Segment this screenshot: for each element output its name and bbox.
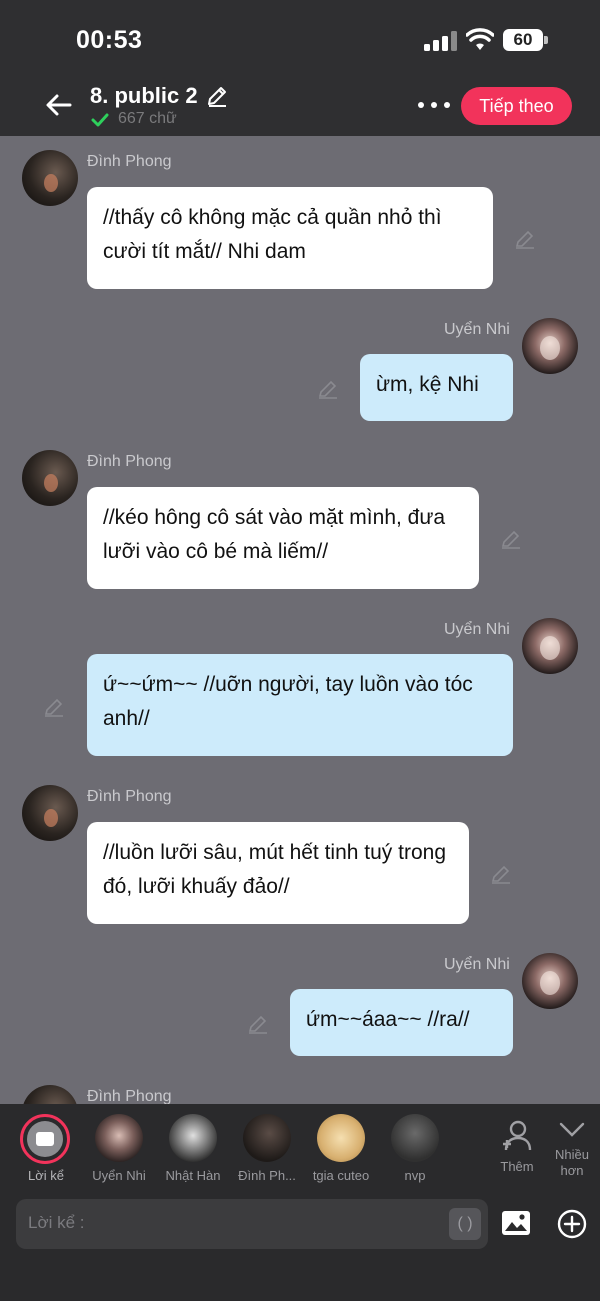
sender-name: Đình Phong xyxy=(87,153,172,170)
narrator-icon xyxy=(20,1114,70,1164)
character-label: nvp xyxy=(404,1168,426,1183)
message-bubble[interactable]: //luồn lưỡi sâu, mút hết tinh tuý trong … xyxy=(87,822,469,924)
character-dinh-phong[interactable]: Đình Ph... xyxy=(232,1114,302,1183)
battery-icon: 60 xyxy=(503,29,548,51)
sender-name: Uyển Nhi xyxy=(444,621,510,638)
character-nvp[interactable]: nvp xyxy=(380,1114,450,1183)
next-button[interactable]: Tiếp theo xyxy=(461,87,572,125)
message-bubble[interactable]: //thấy cô không mặc cả quần nhỏ thì cười… xyxy=(87,187,493,289)
bracket-button[interactable]: ( ) xyxy=(449,1208,481,1240)
character-narrator[interactable]: Lời kể xyxy=(20,1114,72,1183)
character-tgia-cuteo[interactable]: tgia cuteo xyxy=(306,1114,376,1183)
add-label: Thêm xyxy=(500,1159,534,1174)
sender-name: Uyển Nhi xyxy=(444,956,510,973)
avatar-uyen-nhi[interactable] xyxy=(522,318,578,374)
avatar xyxy=(95,1114,143,1162)
avatar xyxy=(169,1114,217,1162)
plus-icon[interactable] xyxy=(557,1209,587,1239)
avatar-dinh-phong[interactable] xyxy=(22,150,78,206)
avatar xyxy=(391,1114,439,1162)
character-label: Lời kể xyxy=(28,1168,64,1183)
edit-message-icon[interactable] xyxy=(490,863,512,885)
avatar xyxy=(317,1114,365,1162)
avatar-uyen-nhi[interactable] xyxy=(522,618,578,674)
edit-message-icon[interactable] xyxy=(247,1013,269,1035)
character-label: Uyển Nhi xyxy=(92,1168,146,1183)
edit-message-icon[interactable] xyxy=(317,378,339,400)
edit-message-icon[interactable] xyxy=(43,696,65,718)
check-icon xyxy=(91,113,109,127)
status-time: 00:53 xyxy=(76,26,143,54)
message-bubble[interactable]: //kéo hông cô sát vào mặt mình, đưa lưỡi… xyxy=(87,487,479,589)
sender-name: Đình Phong xyxy=(87,453,172,470)
add-person-icon xyxy=(503,1120,532,1151)
character-label: Nhật Hàn xyxy=(165,1168,221,1183)
edit-message-icon[interactable] xyxy=(500,528,522,550)
avatar-dinh-phong[interactable] xyxy=(22,450,78,506)
more-characters-button[interactable]: Nhiều hơn xyxy=(549,1118,595,1179)
more-options-button[interactable] xyxy=(416,95,452,115)
message-bubble[interactable]: ừm, kệ Nhi xyxy=(360,354,513,421)
chevron-down-icon xyxy=(559,1122,585,1137)
message-input[interactable]: Lời kể : ( ) xyxy=(16,1199,488,1249)
add-character-button[interactable]: Thêm xyxy=(494,1118,540,1175)
avatar xyxy=(243,1114,291,1162)
character-uyen-nhi[interactable]: Uyển Nhi xyxy=(84,1114,154,1183)
back-arrow-icon[interactable] xyxy=(42,88,76,122)
input-placeholder: Lời kể : xyxy=(28,1213,85,1232)
signal-icon xyxy=(424,31,457,51)
character-label: Đình Ph... xyxy=(238,1168,296,1183)
pencil-icon[interactable] xyxy=(205,84,229,108)
more-label: Nhiều hơn xyxy=(555,1147,589,1178)
avatar-dinh-phong[interactable] xyxy=(22,785,78,841)
word-count: 667 chữ xyxy=(118,110,177,127)
character-nhat-han[interactable]: Nhật Hàn xyxy=(158,1114,228,1183)
edit-message-icon[interactable] xyxy=(514,228,536,250)
image-icon[interactable] xyxy=(500,1208,532,1238)
message-bubble[interactable]: ứ~~ứm~~ //uỡn người, tay luồn vào tóc an… xyxy=(87,654,513,756)
top-bar: 00:53 60 8. public 2 667 chữ Tiếp theo xyxy=(0,0,600,136)
character-label: tgia cuteo xyxy=(312,1168,370,1183)
chat-title: 8. public 2 xyxy=(90,83,198,108)
avatar-uyen-nhi[interactable] xyxy=(522,953,578,1009)
battery-level: 60 xyxy=(503,29,543,51)
sender-name: Uyển Nhi xyxy=(444,321,510,338)
message-bubble[interactable]: ứm~~áaa~~ //ra// xyxy=(290,989,513,1056)
sender-name: Đình Phong xyxy=(87,788,172,805)
wifi-icon xyxy=(466,28,494,50)
